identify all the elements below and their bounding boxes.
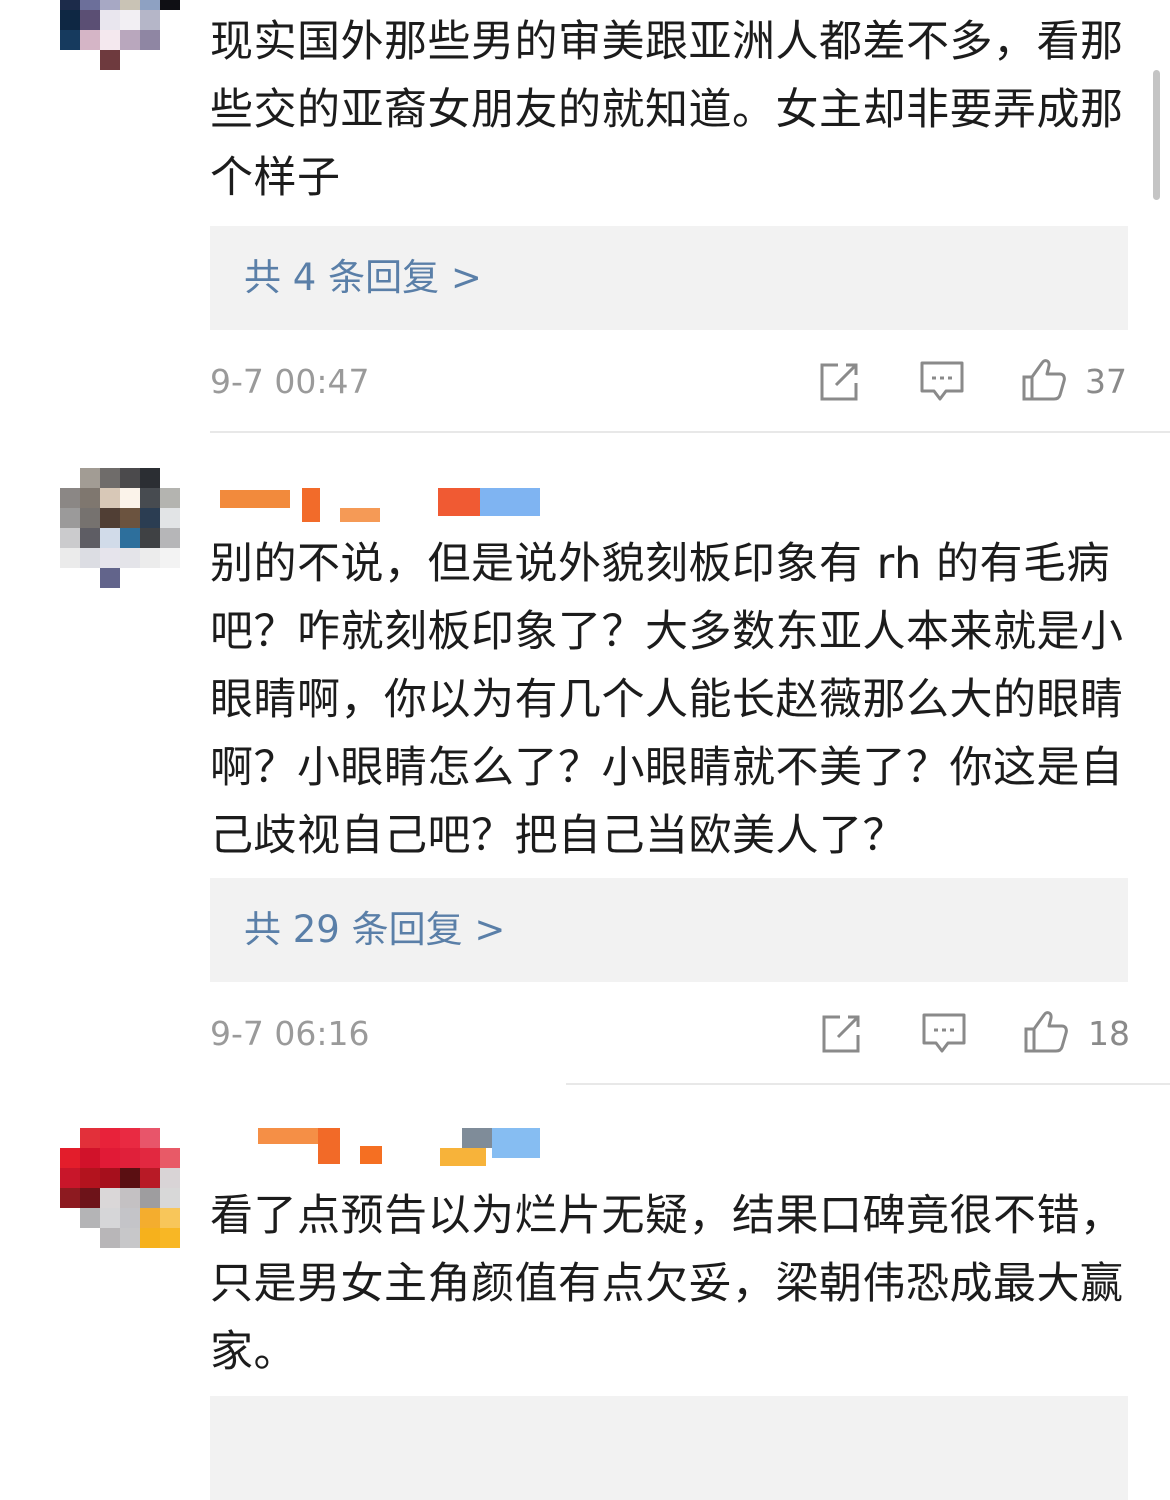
comment-timestamp: 9-7 06:16 bbox=[210, 1014, 370, 1053]
replies-link[interactable]: 共 29 条回复 > bbox=[244, 878, 505, 982]
like-count: 18 bbox=[1088, 1014, 1130, 1053]
thumbs-up-icon[interactable] bbox=[1020, 355, 1068, 403]
avatar[interactable] bbox=[60, 468, 180, 588]
replies-link[interactable]: 共 4 条回复 > bbox=[244, 226, 482, 330]
username-pixelated[interactable] bbox=[210, 488, 550, 528]
avatar[interactable] bbox=[60, 1128, 180, 1248]
divider bbox=[566, 1083, 1170, 1085]
comment-icon[interactable] bbox=[918, 357, 966, 405]
replies-box[interactable]: 共 29 条回复 > bbox=[210, 878, 1128, 982]
comment-icon[interactable] bbox=[920, 1009, 968, 1057]
thumbs-up-icon[interactable] bbox=[1022, 1007, 1070, 1055]
comment-timestamp: 9-7 00:47 bbox=[210, 362, 370, 401]
like-count: 37 bbox=[1085, 362, 1127, 401]
avatar[interactable] bbox=[60, 0, 180, 70]
replies-box[interactable] bbox=[210, 1396, 1128, 1500]
comment-text: 看了点预告以为烂片无疑，结果口碑竟很不错，只是男女主角颜值有点欠妥，梁朝伟恐成最… bbox=[210, 1191, 1124, 1377]
scrollbar[interactable] bbox=[1153, 70, 1160, 200]
share-icon[interactable] bbox=[816, 357, 864, 405]
comment-text: 别的不说，但是说外貌刻板印象有 rh 的有毛病吧？咋就刻板印象了？大多数东亚人本… bbox=[210, 539, 1124, 861]
divider bbox=[210, 431, 1170, 433]
share-icon[interactable] bbox=[818, 1009, 866, 1057]
replies-box[interactable]: 共 4 条回复 > bbox=[210, 226, 1128, 330]
username-pixelated[interactable] bbox=[210, 1128, 550, 1168]
comment-text: 现实国外那些男的审美跟亚洲人都差不多，看那些交的亚裔女朋友的就知道。女主却非要弄… bbox=[210, 17, 1124, 203]
